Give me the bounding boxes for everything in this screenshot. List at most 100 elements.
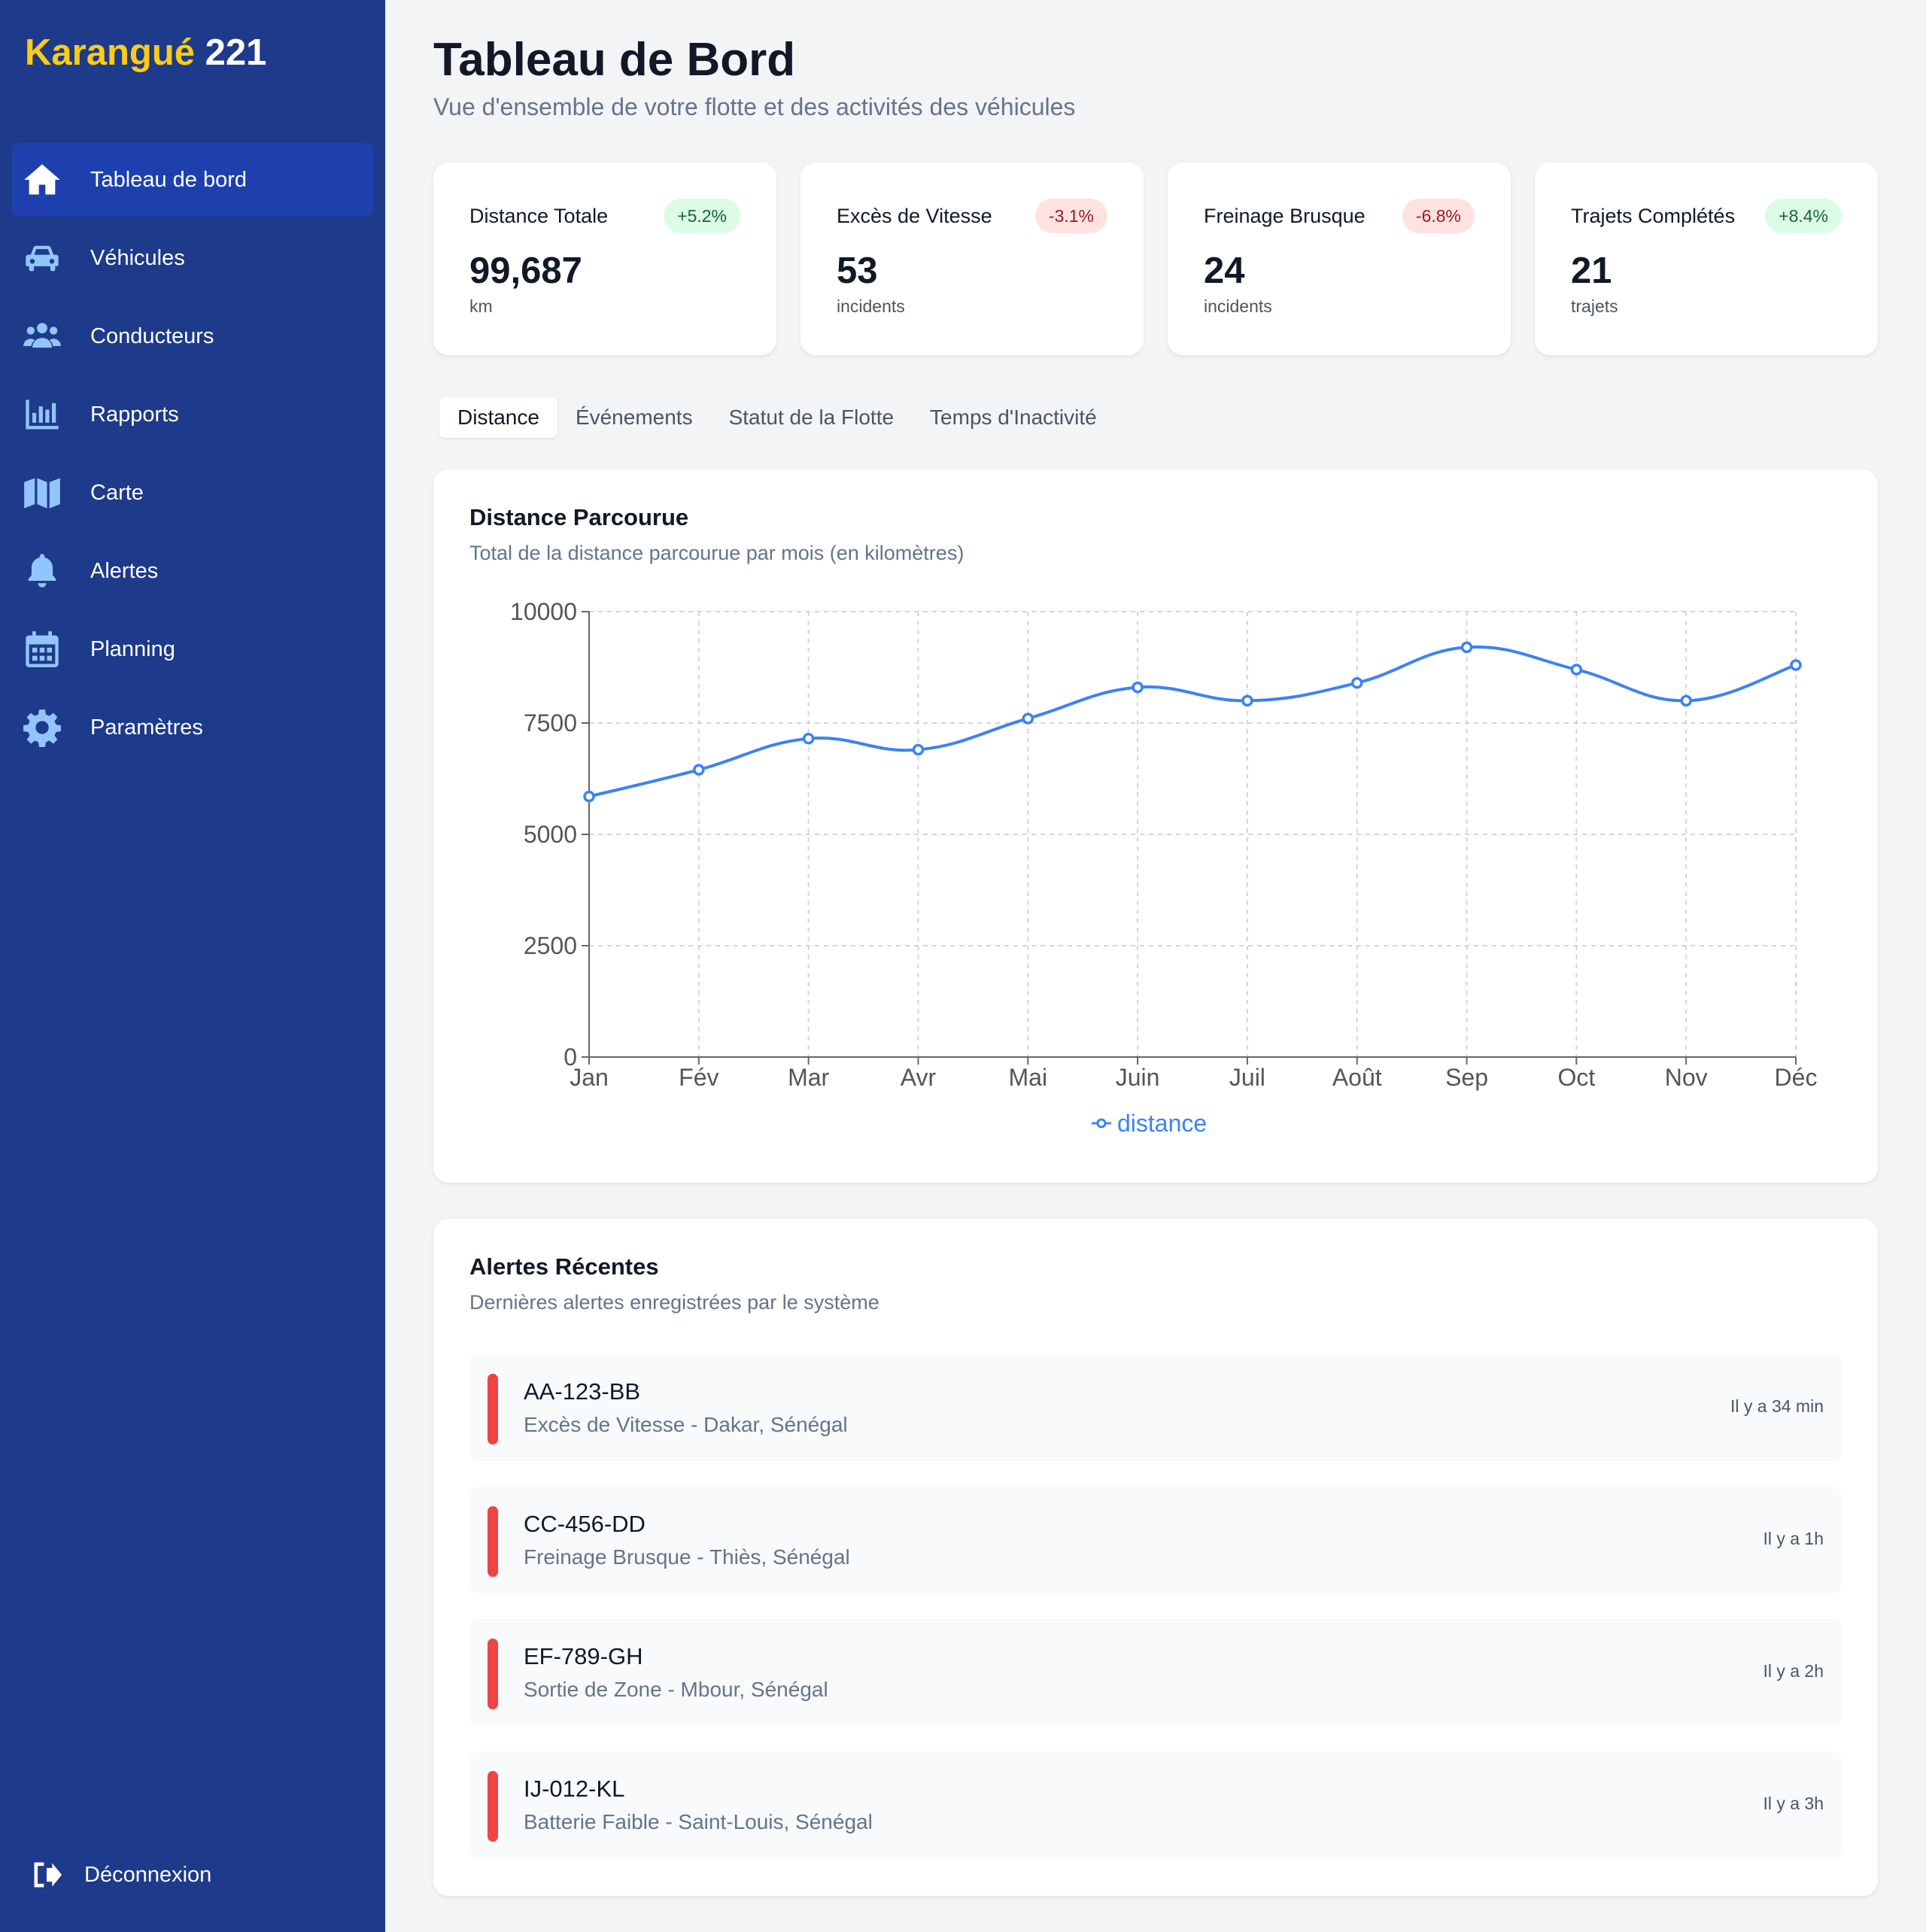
distance-chart-card: 0 2500 5000 7500 10000 Jan Fév Mar Avr Mai Juin Jui…	[433, 469, 1878, 1183]
alert-severity-indicator	[488, 1506, 498, 1577]
alert-severity-indicator	[488, 1639, 498, 1709]
x-tick-label: Mai	[1008, 1064, 1047, 1091]
stat-change-badge: +5.2%	[664, 199, 740, 233]
logout-button[interactable]: Déconnexion	[30, 1858, 211, 1891]
data-point	[583, 790, 595, 803]
sidebar-item-map[interactable]: Carte	[12, 456, 373, 530]
sidebar-item-label: Conducteurs	[90, 324, 214, 348]
alert-description: Freinage Brusque - Thiès, Sénégal	[524, 1545, 850, 1569]
map-icon	[23, 473, 62, 512]
home-icon	[23, 160, 62, 199]
sidebar-item-label: Planning	[90, 636, 175, 661]
stat-label: Trajets Complétés	[1571, 205, 1736, 227]
stat-card-speeding: Excès de Vitesse -3.1% 53 incidents	[800, 163, 1144, 355]
sidebar-item-label: Rapports	[90, 402, 179, 427]
brand-logo[interactable]: Karangué 221	[25, 32, 266, 74]
tab-fleet-status[interactable]: Statut de la Flotte	[711, 397, 912, 438]
y-tick-label: 10000	[510, 598, 577, 625]
sidebar-item-dashboard[interactable]: Tableau de bord	[12, 143, 373, 217]
y-tick-label: 5000	[524, 821, 577, 848]
page-title: Tableau de Bord	[433, 34, 796, 86]
data-point	[1241, 694, 1253, 707]
chart-tabs: Distance Événements Statut de la Flotte …	[439, 397, 1115, 438]
tab-idle-time[interactable]: Temps d'Inactivité	[912, 397, 1115, 438]
data-point	[1570, 664, 1583, 676]
alert-time: Il y a 1h	[1763, 1529, 1824, 1548]
tab-events[interactable]: Événements	[557, 397, 711, 438]
stat-card-distance: Distance Totale +5.2% 99,687 km	[433, 163, 776, 355]
calendar-icon	[23, 630, 62, 669]
alert-time: Il y a 2h	[1763, 1661, 1824, 1681]
data-point	[1680, 694, 1692, 707]
stat-unit: incidents	[1204, 296, 1272, 316]
data-point	[1350, 676, 1363, 689]
x-tick-label: Juil	[1229, 1064, 1265, 1091]
page-subtitle: Vue d'ensemble de votre flotte et des ac…	[433, 93, 1076, 120]
alert-item[interactable]: AA-123-BB Excès de Vitesse - Dakar, Séné…	[469, 1354, 1842, 1461]
alert-time: Il y a 34 min	[1730, 1396, 1824, 1416]
alert-description: Excès de Vitesse - Dakar, Sénégal	[524, 1413, 848, 1436]
sidebar-item-label: Alertes	[90, 558, 159, 583]
alert-plate: EF-789-GH	[524, 1643, 643, 1669]
bell-icon	[23, 551, 62, 591]
y-tick-label: 7500	[524, 709, 577, 737]
alert-plate: CC-456-DD	[524, 1511, 646, 1537]
stat-change-badge: -3.1%	[1034, 199, 1107, 233]
sidebar-item-label: Carte	[90, 480, 144, 505]
users-icon	[23, 317, 62, 356]
gear-icon	[23, 708, 62, 747]
x-tick-label: Nov	[1665, 1064, 1708, 1091]
alert-severity-indicator	[488, 1374, 498, 1444]
stat-label: Freinage Brusque	[1204, 205, 1366, 227]
logout-icon	[34, 1862, 62, 1888]
data-point	[802, 732, 815, 745]
distance-line-chart: 025005000750010000Jan Fév Mar Avr Mai Juin Jui…	[510, 598, 1817, 1137]
alert-plate: AA-123-BB	[524, 1378, 641, 1405]
alert-time: Il y a 3h	[1763, 1794, 1824, 1813]
sidebar-item-vehicles[interactable]: Véhicules	[12, 221, 373, 295]
data-point	[1460, 641, 1473, 654]
data-point	[1790, 659, 1802, 671]
sidebar-item-label: Véhicules	[90, 245, 185, 270]
stat-label: Distance Totale	[469, 205, 609, 227]
data-point	[693, 764, 705, 776]
alert-item[interactable]: CC-456-DD Freinage Brusque - Thiès, Séné…	[469, 1487, 1842, 1593]
brand-name: Karangué	[25, 32, 196, 73]
x-tick-label: Fév	[679, 1064, 718, 1091]
x-tick-label: Oct	[1557, 1064, 1595, 1091]
sidebar-item-label: Tableau de bord	[90, 167, 247, 192]
sidebar-item-label: Paramètres	[90, 715, 203, 740]
legend-swatch-marker	[1096, 1118, 1107, 1129]
x-tick-label: Août	[1332, 1064, 1382, 1091]
alerts-subtitle: Dernières alertes enregistrées par le sy…	[469, 1291, 879, 1314]
alert-severity-indicator	[488, 1771, 498, 1842]
sidebar-item-settings[interactable]: Paramètres	[12, 691, 373, 764]
alerts-title: Alertes Récentes	[469, 1253, 659, 1280]
stat-unit: trajets	[1571, 296, 1618, 316]
x-tick-label: Jan	[570, 1064, 609, 1091]
tab-distance[interactable]: Distance	[439, 397, 557, 438]
stat-value: 53	[837, 251, 878, 291]
alert-item[interactable]: EF-789-GH Sortie de Zone - Mbour, Sénéga…	[469, 1619, 1842, 1726]
alert-plate: IJ-012-KL	[524, 1776, 625, 1802]
brand-number: 221	[205, 32, 267, 73]
alert-item[interactable]: IJ-012-KL Batterie Faible - Saint-Louis,…	[469, 1751, 1842, 1858]
y-tick-label: 2500	[524, 932, 577, 959]
alert-description: Sortie de Zone - Mbour, Sénégal	[524, 1678, 828, 1701]
sidebar-item-planning[interactable]: Planning	[12, 612, 373, 686]
data-point	[1022, 712, 1034, 724]
x-tick-label: Sep	[1445, 1064, 1488, 1091]
car-icon	[23, 238, 62, 278]
stat-change-badge: +8.4%	[1765, 199, 1842, 233]
sidebar-item-reports[interactable]: Rapports	[12, 378, 373, 451]
stat-unit: incidents	[837, 296, 905, 316]
stat-value: 24	[1204, 251, 1245, 291]
sidebar-item-drivers[interactable]: Conducteurs	[12, 299, 373, 373]
stat-value: 21	[1571, 251, 1612, 291]
stat-card-harsh-braking: Freinage Brusque -6.8% 24 incidents	[1168, 163, 1511, 355]
stat-card-trips: Trajets Complétés +8.4% 21 trajets	[1535, 163, 1878, 355]
sidebar-item-alerts[interactable]: Alertes	[12, 534, 373, 608]
series-line	[588, 645, 1797, 798]
legend-label: distance	[1117, 1110, 1207, 1137]
chart-subtitle: Total de la distance parcourue par mois …	[469, 542, 965, 564]
